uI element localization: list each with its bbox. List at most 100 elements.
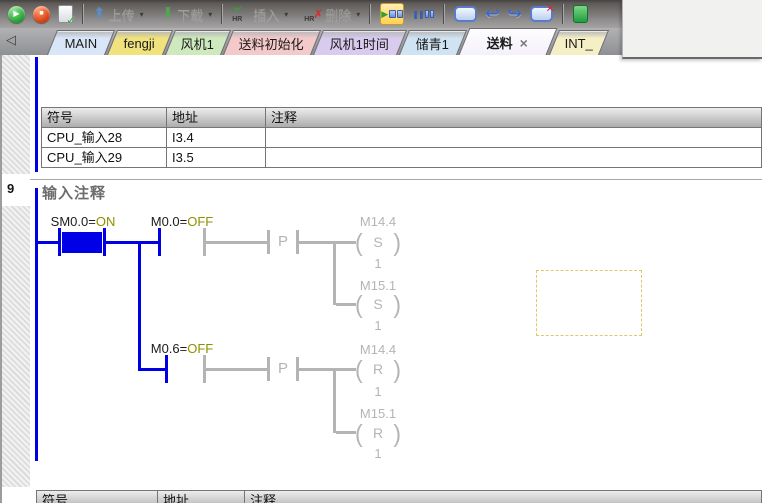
upload-dropdown-icon[interactable]: ▾: [140, 10, 144, 19]
download-button[interactable]: ⬇ 下载 ▾: [158, 1, 217, 27]
program-status-on-icon: ▶: [380, 3, 404, 25]
contact-sm0-0[interactable]: [58, 228, 106, 258]
coil-reset-m15-1[interactable]: ( R ): [355, 420, 401, 446]
partially-hidden-button[interactable]: [569, 1, 592, 27]
cell-comment[interactable]: [266, 148, 761, 167]
wire: [206, 368, 267, 371]
delete-dropdown-icon[interactable]: ▾: [356, 10, 360, 19]
tab-songliao-chushihua[interactable]: 送料初始化: [223, 30, 321, 55]
hidden-green-icon: [573, 5, 588, 23]
network-number: 9: [7, 181, 14, 196]
symbol-table-header: 符号 地址 注释: [37, 491, 761, 503]
wire: [336, 431, 356, 434]
tab-scroll-left-icon[interactable]: ◁: [6, 32, 16, 48]
insert-label: 插入: [253, 5, 279, 24]
coil-branch-wire: [333, 368, 336, 433]
margin-gap: [2, 487, 30, 503]
power-rail-upper: [35, 57, 38, 172]
compile-button[interactable]: ✓: [54, 1, 77, 27]
header-symbol: 符号: [42, 108, 167, 127]
edge-contact-p-1[interactable]: P: [267, 230, 299, 256]
wire: [38, 241, 60, 244]
edge-contact-p-2[interactable]: P: [267, 357, 299, 383]
network-number-cell: 9: [2, 174, 30, 206]
run-icon: ▶: [8, 6, 25, 23]
compile-icon: ✓: [58, 5, 73, 23]
coil-address: M14.4: [340, 214, 416, 229]
tab-chuqing1[interactable]: 储青1: [399, 30, 467, 55]
wire: [106, 241, 158, 244]
run-button[interactable]: ▶: [4, 1, 29, 27]
popup-panel: [622, 0, 762, 59]
wire: [299, 241, 335, 244]
undo-icon: ↩: [485, 6, 499, 22]
download-label: 下载: [177, 5, 203, 24]
undo-button[interactable]: ↩: [481, 1, 503, 27]
contact-label-m0-6: M0.6=OFF: [134, 341, 230, 356]
header-address: 地址: [167, 108, 266, 127]
coil-branch-wire: [333, 241, 336, 305]
tab-int[interactable]: INT_: [549, 30, 609, 55]
table-row[interactable]: CPU_输入29 I3.5: [42, 148, 761, 167]
wire: [299, 368, 335, 371]
insert-dropdown-icon[interactable]: ▾: [284, 10, 288, 19]
toolbar-separator: [369, 4, 371, 24]
cell-symbol[interactable]: CPU_输入29: [42, 148, 167, 167]
symbol-table-bottom: 符号 地址 注释: [36, 490, 762, 503]
plc-editor-window: ▶ ■ ✓ ⬆ 上传 ▾ ⬇ 下载 ▾ ↩ HR 插入 ▾: [0, 0, 762, 503]
download-dropdown-icon[interactable]: ▾: [208, 10, 212, 19]
coil-count: 1: [340, 384, 416, 399]
wire: [336, 368, 356, 371]
tab-fengji1-shijian[interactable]: 风机1时间: [313, 30, 407, 55]
redo-button[interactable]: ↪: [504, 1, 526, 27]
contact-m0-6[interactable]: [165, 355, 206, 385]
wire: [206, 241, 267, 244]
program-status-pause-icon: ❚❚: [412, 4, 434, 24]
coil-reset-m14-4[interactable]: ( R ): [355, 356, 401, 382]
delete-network-button[interactable]: ✗ HR 删除 ▾: [300, 1, 364, 27]
program-status-pause-button[interactable]: ❚❚: [408, 1, 438, 27]
contact-label-m0-0: M0.0=OFF: [134, 214, 230, 229]
coil-set-m14-4[interactable]: ( S ): [355, 229, 401, 255]
toolbar-separator: [221, 4, 223, 24]
symbol-table-top: 符号 地址 注释 CPU_输入28 I3.4 CPU_输入29 I3.5: [41, 107, 762, 168]
insert-network-icon: ↩ HR: [232, 6, 250, 23]
program-status-on-button[interactable]: ▶: [376, 1, 408, 27]
contact-m0-0[interactable]: [158, 228, 206, 258]
pou-button[interactable]: [450, 1, 481, 27]
wire: [336, 303, 356, 306]
table-row[interactable]: CPU_输入28 I3.4: [42, 128, 761, 148]
tab-fengji1[interactable]: 风机1: [165, 30, 231, 55]
wire: [336, 241, 356, 244]
tab-fengji[interactable]: fengji: [107, 30, 173, 55]
pou-delete-button[interactable]: ✕: [526, 1, 557, 27]
upload-button[interactable]: ⬆ 上传 ▾: [89, 1, 148, 27]
network-margin: [2, 55, 30, 503]
stop-button[interactable]: ■: [29, 1, 54, 27]
cell-comment[interactable]: [266, 128, 761, 147]
network-separator: [30, 179, 762, 180]
coil-count: 1: [340, 318, 416, 333]
header-symbol: 符号: [37, 491, 158, 503]
symbol-table-header: 符号 地址 注释: [42, 108, 761, 128]
pou-icon: [454, 6, 477, 22]
tab-close-icon[interactable]: ×: [520, 36, 528, 48]
toolbar-separator: [562, 4, 564, 24]
coil-address: M14.4: [340, 342, 416, 357]
coil-set-m15-1[interactable]: ( S ): [355, 291, 401, 317]
coil-count: 1: [340, 446, 416, 461]
tab-main[interactable]: MAIN: [47, 30, 115, 55]
cell-address[interactable]: I3.5: [167, 148, 266, 167]
cell-symbol[interactable]: CPU_输入28: [42, 128, 167, 147]
insert-network-button[interactable]: ↩ HR 插入 ▾: [228, 1, 292, 27]
stop-icon: ■: [33, 6, 50, 23]
toolbar-separator: [82, 4, 84, 24]
cell-address[interactable]: I3.4: [167, 128, 266, 147]
delete-label: 删除: [325, 5, 351, 24]
network-comment[interactable]: 输入注释: [42, 182, 106, 203]
tab-songliao-active[interactable]: 送料×: [459, 28, 558, 55]
selection-box: [536, 270, 642, 336]
contact-label-sm0-0: SM0.0=ON: [35, 214, 131, 229]
toolbar-separator: [443, 4, 445, 24]
download-icon: ⬇: [162, 7, 175, 21]
